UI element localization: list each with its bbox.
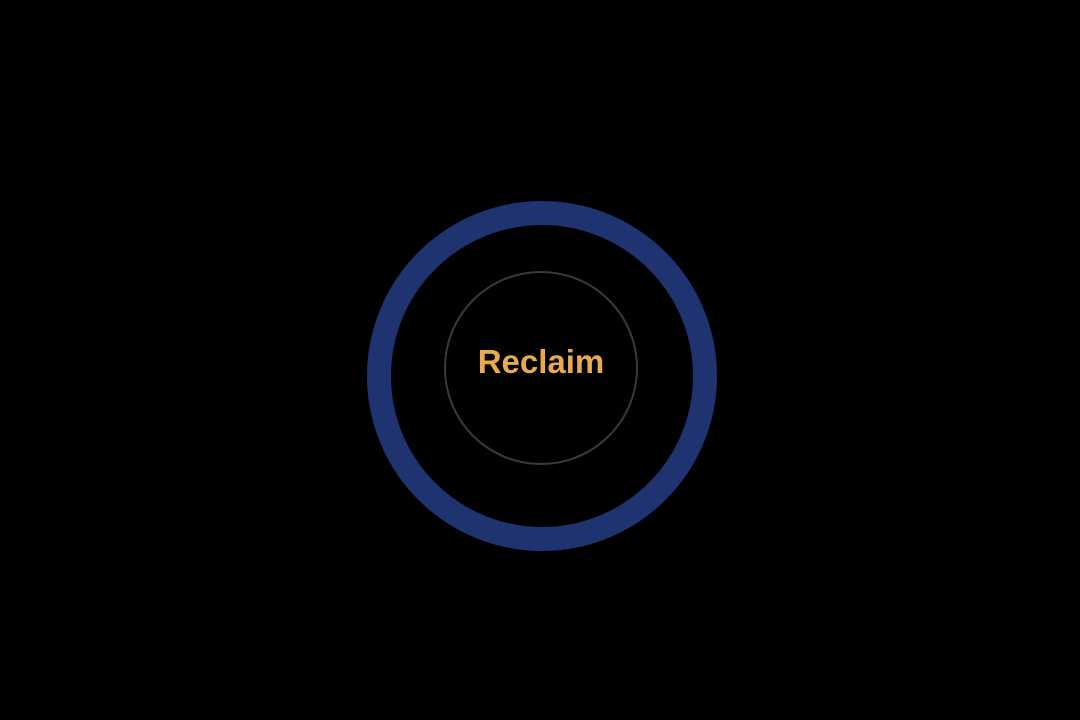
stage: Reclaim: [0, 0, 1080, 720]
reclaim-button[interactable]: Reclaim: [444, 271, 638, 465]
reclaim-label: Reclaim: [477, 343, 605, 380]
